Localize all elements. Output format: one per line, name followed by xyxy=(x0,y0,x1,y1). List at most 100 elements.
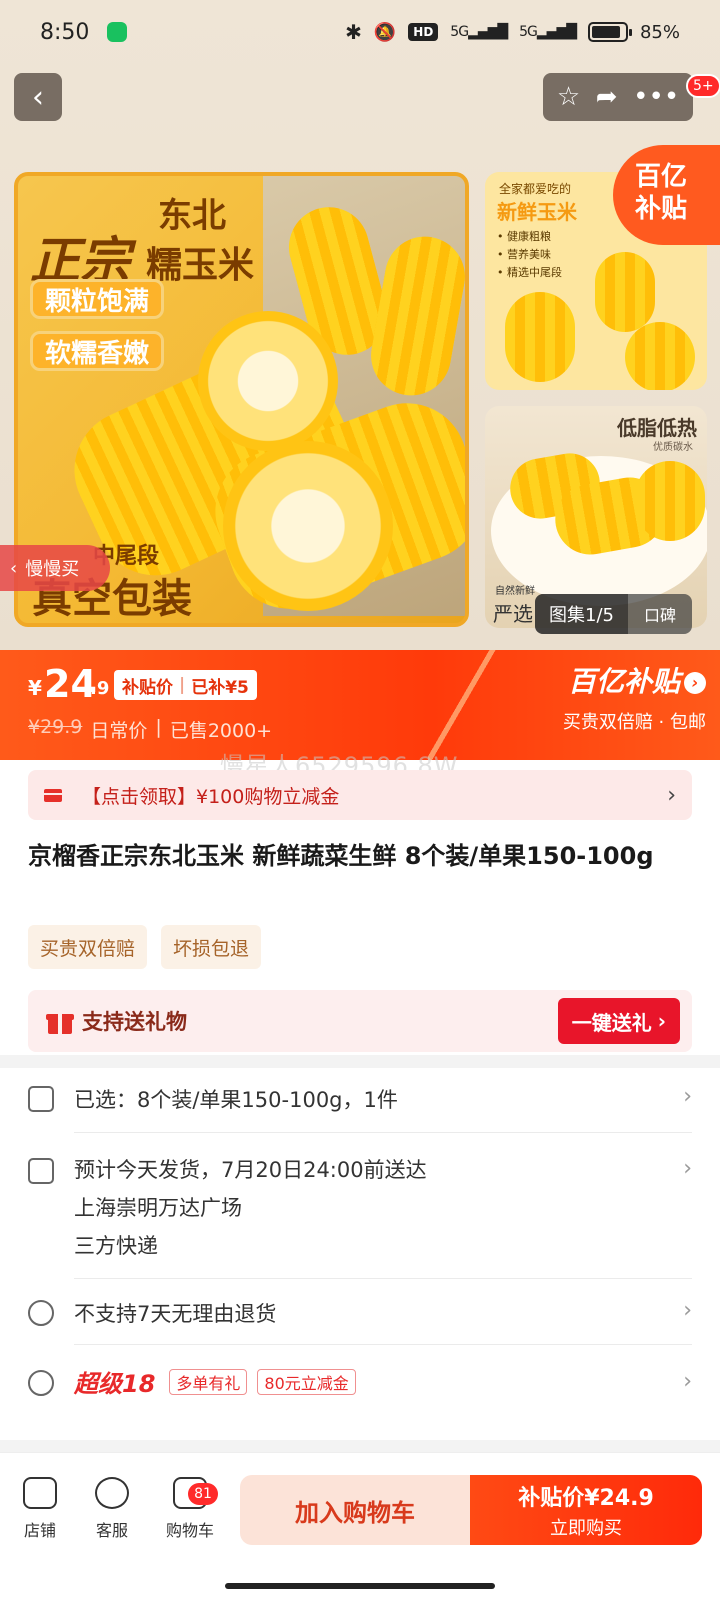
signal-icon-1: 5G▂▄▆█ xyxy=(450,24,508,40)
send-gift-button[interactable]: 一键送礼 › xyxy=(557,998,680,1044)
subsidy-brand-label: 百亿补贴 xyxy=(567,665,680,698)
buy-now-price: 补贴价¥24.9 xyxy=(518,1486,654,1511)
chevron-left-icon: ‹ xyxy=(32,79,44,115)
subsidy-brand-sub: 买贵双倍赔 · 包邮 xyxy=(562,712,706,733)
discount-icon xyxy=(28,1369,54,1396)
corn-piece xyxy=(505,292,575,382)
status-icons: ✱ 🔕 HD 5G▂▄▆█ 5G▂▄▆█ 85% xyxy=(345,20,680,44)
chevron-right-icon: › xyxy=(683,1084,692,1109)
gift-icon xyxy=(46,1008,74,1034)
service-tag[interactable]: 买贵双倍赔 xyxy=(28,925,148,969)
gallery-counter[interactable]: 图集1/5 口碑 xyxy=(535,594,692,634)
delivery-address: 上海崇明万达广场 xyxy=(74,1196,242,1220)
promo-tag: 80元立减金 xyxy=(257,1368,356,1395)
share-icon[interactable]: ➦ xyxy=(596,82,618,112)
chevron-left-icon: ‹ xyxy=(10,557,18,579)
subsidy-brand[interactable]: 百亿补贴 › 买贵双倍赔 · 包邮 xyxy=(563,660,706,734)
return-policy-text: 不支持7天无理由退货 xyxy=(74,1302,277,1326)
reviews-tab[interactable]: 口碑 xyxy=(628,602,692,626)
sold-count: 已售2000+ xyxy=(169,720,273,742)
promotion-row[interactable]: 超级18 多单有礼 80元立减金 › xyxy=(28,1364,692,1399)
tab-label: 购物车 xyxy=(165,1521,214,1540)
delivery-row[interactable]: 预计今天发货，7月20日24:00前送达 上海崇明万达广场 三方快递 › xyxy=(28,1156,692,1260)
thumb-bottom-text: 严选 xyxy=(493,602,533,626)
product-title: 京榴香正宗东北玉米 新鲜蔬菜生鲜 8个装/单果150-100g xyxy=(28,842,654,870)
price-bar: ¥ 24 .9 补贴价 | 已补¥5 ¥29.9 日常价 | 已售2000+ 百亿补… xyxy=(0,650,720,760)
home-indicator[interactable] xyxy=(225,1583,495,1589)
product-detail-page: 8:50 ✱ 🔕 HD 5G▂▄▆█ 5G▂▄▆█ 85% ‹ ☆ ➦ ••• … xyxy=(0,0,720,1600)
gift-label: 支持送礼物 xyxy=(82,1010,187,1034)
original-price-line: ¥29.9 日常价 | 已售2000+ xyxy=(28,716,272,743)
status-time: 8:50 xyxy=(40,19,90,45)
divider xyxy=(74,1344,692,1345)
purchase-info-list: 已选：8个装/单果150-100g，1件 › 预计今天发货，7月20日24:00… xyxy=(0,1068,720,1440)
card-icon xyxy=(44,788,62,802)
shop-icon xyxy=(23,1477,57,1509)
slow-buy-label: 慢慢买 xyxy=(25,559,80,580)
corn-cob-end xyxy=(223,441,393,611)
chevron-right-icon: › xyxy=(684,672,706,694)
image-headline-1: 东北 xyxy=(158,196,226,236)
divider: | xyxy=(155,716,162,738)
message-badge: 5+ xyxy=(686,74,720,98)
coupon-text: 【点击领取】¥100购物立减金 xyxy=(82,785,340,808)
battery-level: 85% xyxy=(639,21,680,43)
wechat-notification-icon xyxy=(107,22,128,42)
hd-icon: HD xyxy=(408,23,439,41)
thumb-title: 新鲜玉米 xyxy=(497,200,577,224)
tab-label: 客服 xyxy=(95,1521,128,1540)
mute-icon: 🔕 xyxy=(373,21,397,43)
promo-tag: 多单有礼 xyxy=(169,1368,248,1395)
return-policy-row[interactable]: 不支持7天无理由退货 › xyxy=(28,1298,692,1328)
tab-shop[interactable]: 店铺 xyxy=(10,1477,70,1541)
top-actions: ☆ ➦ ••• xyxy=(543,73,693,121)
truck-icon xyxy=(28,1158,54,1184)
add-to-cart-button[interactable]: 加入购物车 xyxy=(240,1475,470,1545)
corn-piece xyxy=(635,461,705,541)
original-price-label: 日常价 xyxy=(90,720,148,742)
subsidy-price-tag: 补贴价 | 已补¥5 xyxy=(114,670,257,700)
chevron-right-icon: › xyxy=(683,1369,692,1394)
price-integer: 24 xyxy=(44,662,97,706)
corn-piece xyxy=(625,322,695,390)
thumb-subtitle: 优质碳水 xyxy=(653,442,693,453)
lightning-decoration xyxy=(428,650,518,760)
shield-check-icon xyxy=(28,1300,54,1326)
image-headline-3: 糯玉米 xyxy=(146,245,255,286)
service-tags: 买贵双倍赔 坏损包退 xyxy=(28,925,262,969)
image-pill-1: 颗粒饱满 xyxy=(30,279,165,319)
chevron-right-icon: › xyxy=(657,1009,666,1033)
price-currency: ¥ xyxy=(28,676,42,700)
tab-service[interactable]: 客服 xyxy=(82,1477,142,1541)
delivery-lines: 预计今天发货，7月20日24:00前送达 上海崇明万达广场 三方快递 xyxy=(74,1156,427,1260)
buy-now-button[interactable]: 补贴价¥24.9 立即购买 xyxy=(470,1475,702,1545)
price-decimal: .9 xyxy=(90,678,110,699)
coupon-banner[interactable]: 【点击领取】¥100购物立减金 › xyxy=(28,770,692,820)
product-gallery[interactable]: 8:50 ✱ 🔕 HD 5G▂▄▆█ 5G▂▄▆█ 85% ‹ ☆ ➦ ••• … xyxy=(0,0,720,650)
more-icon[interactable]: ••• xyxy=(633,82,679,112)
cart-badge: 81 xyxy=(188,1483,218,1505)
favorite-star-icon[interactable]: ☆ xyxy=(557,82,580,112)
promo-title: 超级18 xyxy=(74,1370,156,1398)
customer-service-icon xyxy=(95,1477,129,1509)
subsidy-badge: 百亿 补贴 xyxy=(613,145,720,245)
thumb-title: 低脂低热 xyxy=(617,416,697,440)
back-button[interactable]: ‹ xyxy=(14,73,62,121)
selected-spec-row[interactable]: 已选：8个装/单果150-100g，1件 › xyxy=(28,1084,692,1114)
corn-piece xyxy=(595,252,655,332)
chevron-right-icon: › xyxy=(667,782,676,808)
slow-buy-button[interactable]: ‹ 慢慢买 xyxy=(0,545,110,591)
thumb-caption: 全家都爱吃的 xyxy=(499,182,572,196)
gallery-counter-text: 图集1/5 xyxy=(535,594,628,634)
bottom-action-bar: 店铺 客服 购物车 81 加入购物车 补贴价¥24.9 立即购买 xyxy=(0,1452,720,1600)
image-pill-2: 软糯香嫩 xyxy=(30,331,165,371)
signal-icon-2: 5G▂▄▆█ xyxy=(519,24,577,40)
corn-cob-end xyxy=(198,311,338,451)
status-bar: 8:50 ✱ 🔕 HD 5G▂▄▆█ 5G▂▄▆█ 85% xyxy=(0,0,720,64)
battery-icon xyxy=(587,22,632,42)
spec-icon xyxy=(28,1086,54,1112)
original-price: ¥29.9 xyxy=(28,716,83,738)
service-tag[interactable]: 坏损包退 xyxy=(161,925,262,969)
thumb-bullets: • 健康粗粮 • 营养美味 • 精选中尾段 xyxy=(497,230,562,279)
gift-banner[interactable]: 支持送礼物 一键送礼 › xyxy=(28,990,692,1052)
